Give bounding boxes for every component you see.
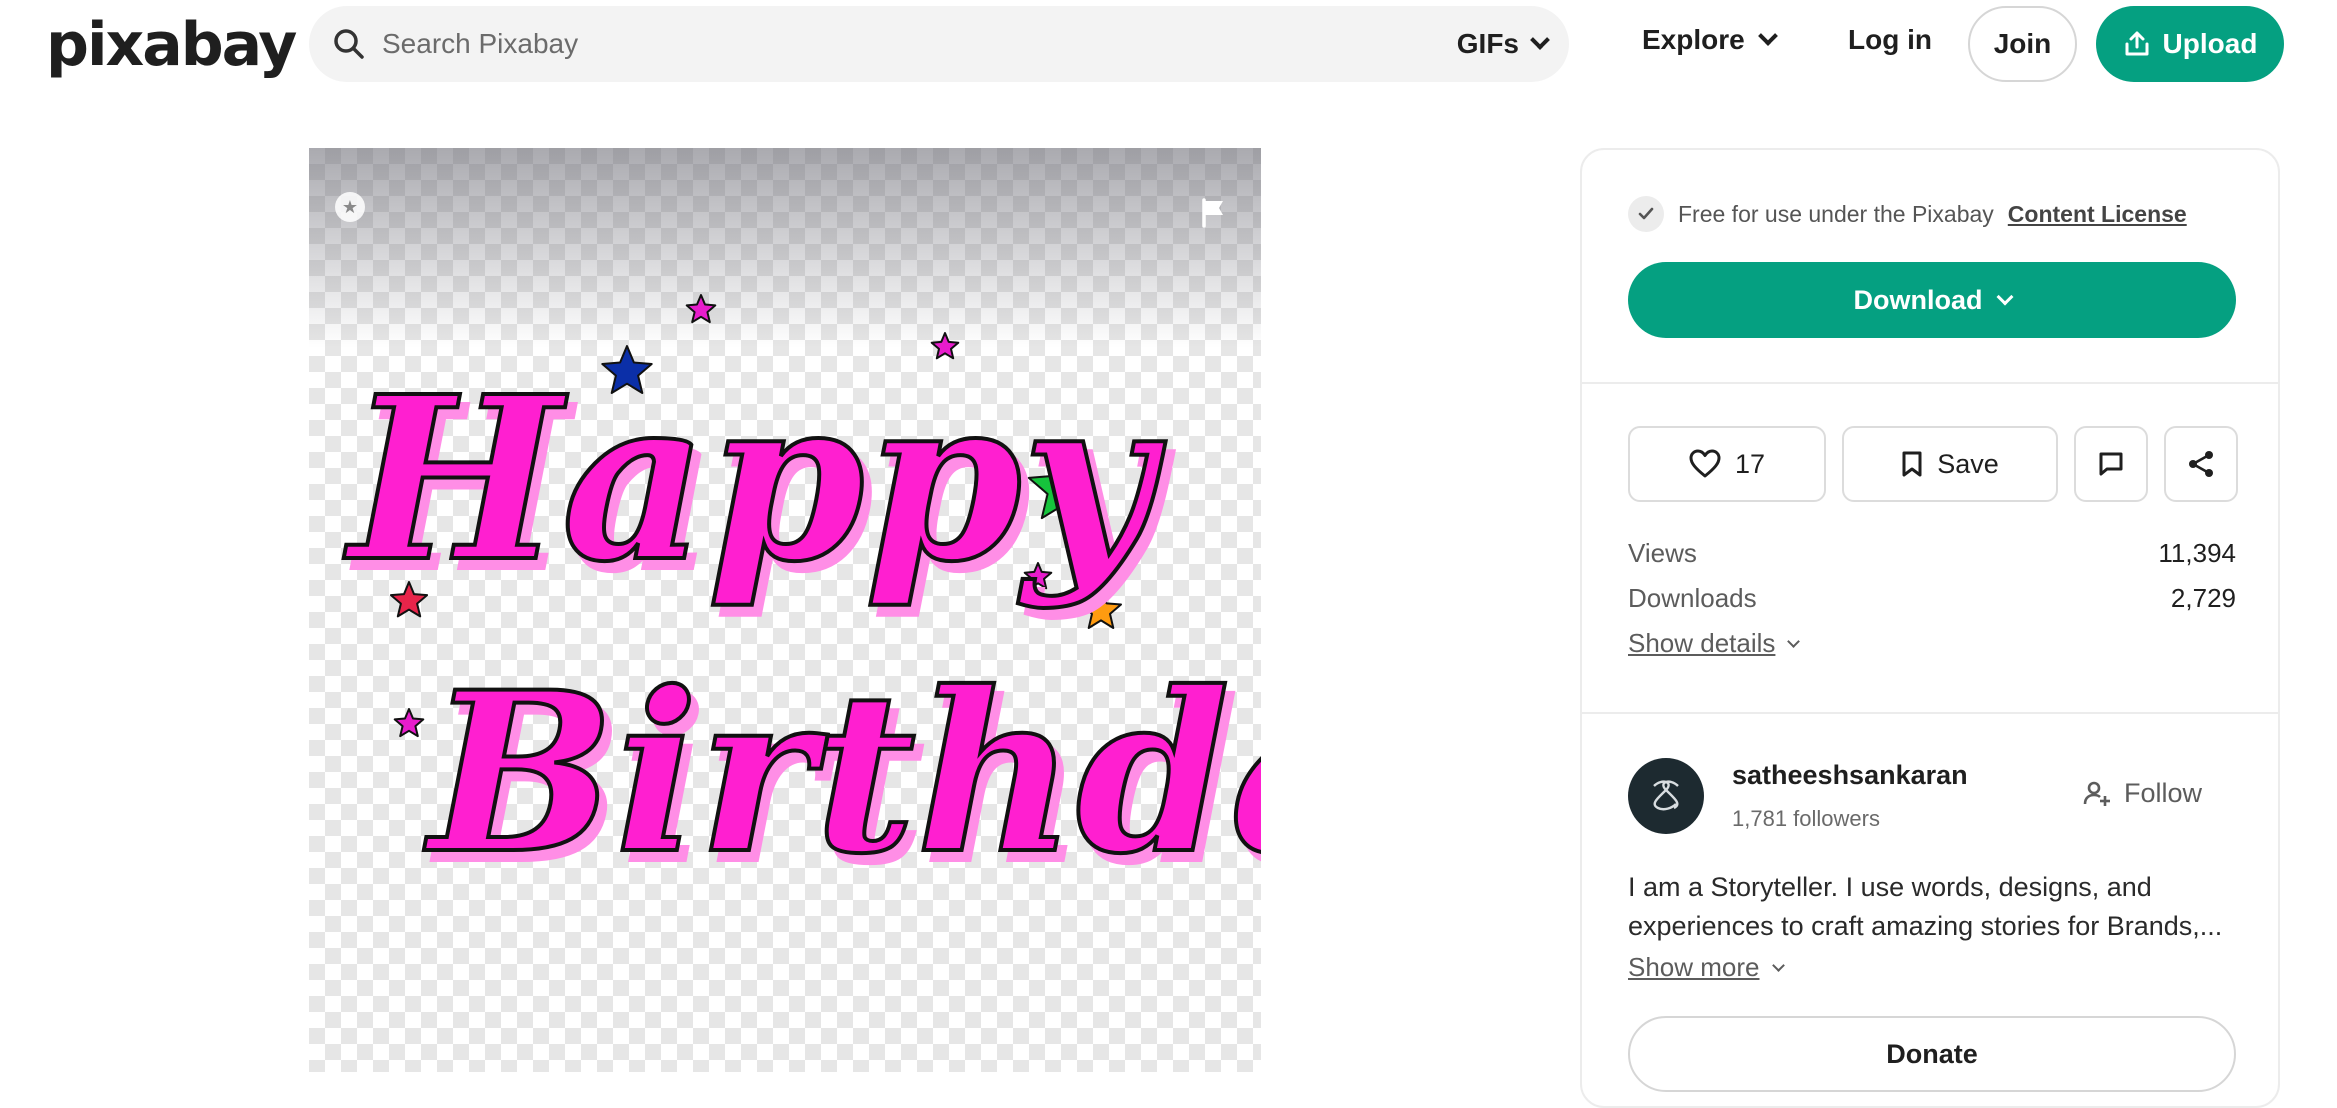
avatar[interactable]: [1628, 758, 1704, 834]
likes-count: 17: [1734, 448, 1766, 479]
stat-label: Downloads: [1628, 583, 1757, 613]
save-button[interactable]: Save: [1842, 426, 2058, 502]
divider: [1582, 712, 2278, 714]
license-notice: Free for use under the Pixabay Content L…: [1628, 196, 2187, 232]
favorite-star-icon[interactable]: ★: [335, 192, 365, 222]
birthday-artwork: Happy Happy Birthday Birthday: [341, 294, 1261, 914]
stat-value: 11,394: [2158, 538, 2236, 568]
author-bio: I am a Storyteller. I use words, designs…: [1628, 872, 2223, 941]
login-link[interactable]: Log in: [1848, 24, 1932, 56]
follow-button[interactable]: Follow: [2082, 778, 2202, 809]
art-text-line-1: Happy: [343, 348, 1166, 612]
chevron-down-icon: [1757, 26, 1778, 46]
show-details-label: Show details: [1628, 628, 1776, 658]
pixabay-logo[interactable]: pixabay: [46, 10, 297, 80]
join-button[interactable]: Join: [1968, 6, 2077, 82]
stat-row-downloads: Downloads 2,729: [1628, 583, 2236, 614]
like-button[interactable]: 17: [1628, 426, 1826, 502]
download-button[interactable]: Download: [1628, 262, 2236, 338]
action-buttons: 17 Save: [1628, 426, 2238, 502]
main-image[interactable]: Happy Happy Birthday Birthday ★: [309, 148, 1261, 1072]
chevron-down-icon: [1771, 959, 1785, 972]
chevron-down-icon: [1787, 635, 1801, 648]
top-header: pixabay GIFs Explore Log in Join Upload: [0, 0, 2337, 90]
media-type-label: GIFs: [1456, 28, 1519, 59]
explore-menu[interactable]: Explore: [1642, 24, 1778, 56]
search-bar: GIFs: [309, 6, 1569, 82]
share-icon: [2189, 451, 2213, 477]
author-username[interactable]: satheeshsankaran: [1732, 760, 1968, 791]
details-card: Free for use under the Pixabay Content L…: [1580, 148, 2280, 1108]
decorative-star: [393, 708, 425, 738]
upload-button[interactable]: Upload: [2096, 6, 2284, 82]
stat-label: Views: [1628, 538, 1697, 568]
search-icon[interactable]: [331, 26, 367, 62]
comment-button[interactable]: [2074, 426, 2148, 502]
art-text-line-2: Birthday: [423, 643, 1261, 902]
show-details-toggle[interactable]: Show details: [1628, 628, 1801, 659]
donate-button[interactable]: Donate: [1628, 1016, 2236, 1092]
author-followers: 1,781 followers: [1732, 806, 1880, 831]
license-text: Free for use under the Pixabay: [1678, 200, 1994, 227]
author-logo-icon: [1653, 780, 1679, 811]
heart-icon: [1689, 449, 1721, 478]
media-type-dropdown[interactable]: GIFs: [1456, 24, 1550, 64]
decorative-star: [685, 294, 717, 324]
check-icon: [1628, 196, 1664, 232]
show-more-toggle[interactable]: Show more: [1628, 952, 1785, 983]
chevron-down-icon: [1530, 30, 1550, 50]
search-input[interactable]: [382, 24, 1202, 64]
comment-icon: [2099, 452, 2123, 476]
upload-label: Upload: [2162, 28, 2258, 59]
follow-label: Follow: [2124, 778, 2203, 808]
bookmark-icon: [1902, 451, 1922, 477]
download-label: Download: [1853, 284, 1983, 315]
content-license-link[interactable]: Content License: [2008, 201, 2187, 228]
upload-icon: [2125, 31, 2149, 56]
share-button[interactable]: [2164, 426, 2238, 502]
explore-label: Explore: [1642, 24, 1745, 55]
divider: [1582, 382, 2278, 384]
stat-row-views: Views 11,394: [1628, 538, 2236, 569]
report-flag-icon[interactable]: [1195, 194, 1231, 230]
stat-value: 2,729: [2170, 583, 2236, 613]
chevron-down-icon: [1996, 288, 2013, 306]
show-more-label: Show more: [1628, 952, 1760, 982]
add-user-icon: [2083, 781, 2110, 806]
save-label: Save: [1937, 448, 1999, 479]
